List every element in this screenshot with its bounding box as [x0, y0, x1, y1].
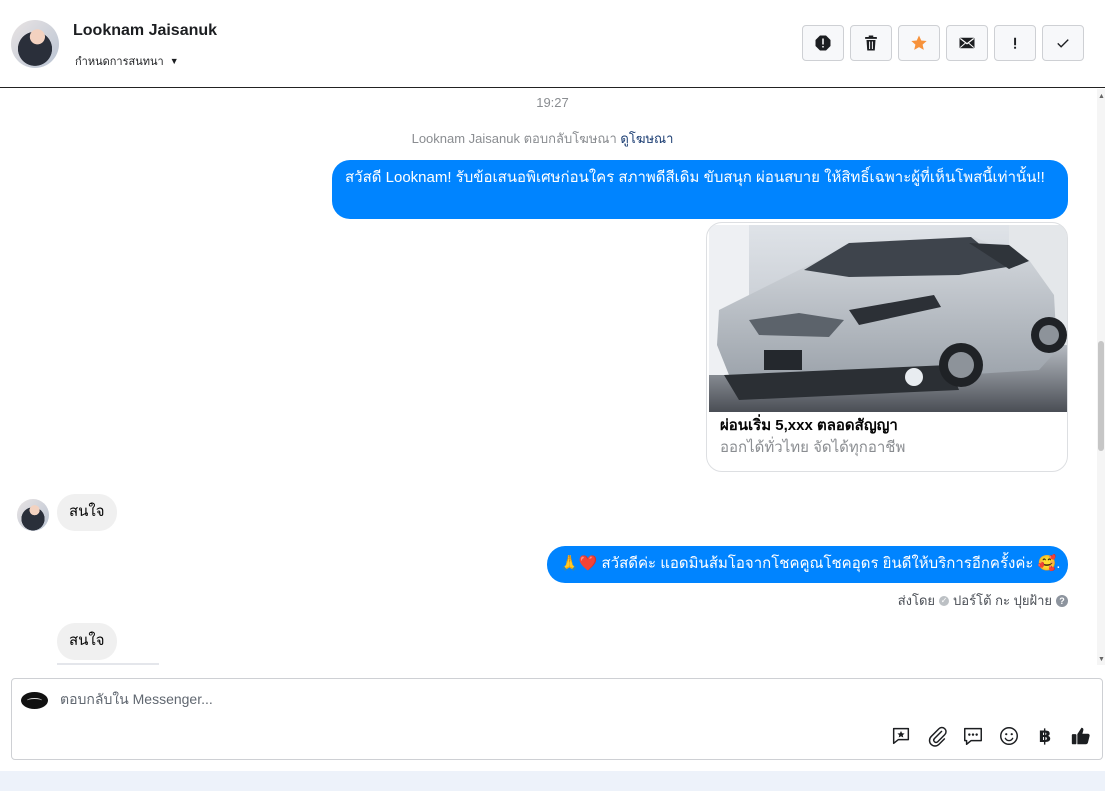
- ad-reply-text: Looknam Jaisanuk ตอบกลับโฆษณา: [411, 131, 617, 146]
- assign-label: กำหนดการสนทนา: [75, 56, 164, 68]
- ad-reply-note: Looknam Jaisanuk ตอบกลับโฆษณา ดูโฆษณา: [0, 128, 1085, 149]
- mark-unread-button[interactable]: [946, 25, 988, 61]
- incoming-message: สนใจ: [57, 494, 117, 531]
- like-button[interactable]: [1070, 725, 1092, 747]
- follow-up-button[interactable]: [994, 25, 1036, 61]
- scrollbar-thumb[interactable]: [1098, 341, 1104, 451]
- outgoing-message: สวัสดี Looknam! รับข้อเสนอพิเศษก่อนใคร ส…: [332, 160, 1068, 219]
- mark-spam-button[interactable]: [802, 25, 844, 61]
- sent-by-agent: ปอร์โต้ กะ ปุยฝ้าย: [953, 593, 1052, 608]
- sent-by-info: ส่งโดย ✓ ปอร์โต้ กะ ปุยฝ้าย ?: [898, 590, 1068, 611]
- message-composer: ฿: [11, 678, 1103, 760]
- saved-reply-button[interactable]: [890, 725, 912, 747]
- trash-icon: [865, 35, 877, 51]
- message-divider: [57, 663, 159, 665]
- like-icon: [1071, 727, 1090, 745]
- check-icon: [1057, 39, 1069, 48]
- incoming-message: สนใจ: [57, 623, 117, 660]
- header-actions: [802, 25, 1084, 61]
- ad-card-title: ผ่อนเริ่ม 5,xxx ตลอดสัญญา: [720, 417, 898, 434]
- contact-avatar[interactable]: [11, 20, 59, 68]
- reply-input[interactable]: [60, 691, 860, 707]
- outgoing-message: 🙏❤️ สวัสดีค่ะ แอดมินส้มโอจากโชคคูณโชคอุด…: [547, 546, 1068, 583]
- verified-icon: ✓: [939, 595, 950, 606]
- payment-button[interactable]: ฿: [1034, 725, 1056, 747]
- mark-done-button[interactable]: [1042, 25, 1084, 61]
- attachment-icon: [928, 726, 947, 747]
- help-icon[interactable]: ?: [1056, 594, 1068, 607]
- scroll-up-icon[interactable]: ▲: [1098, 93, 1105, 100]
- exclamation-icon: [1014, 37, 1017, 49]
- conversation-thread: 19:27 Looknam Jaisanuk ตอบกลับโฆษณา ดูโฆ…: [0, 89, 1097, 665]
- saved-reply-icon: [892, 727, 910, 745]
- ad-card-subtitle: ออกได้ทั่วไทย จัดได้ทุกอาชีพ: [720, 439, 906, 456]
- star-icon: [911, 35, 927, 50]
- composer-toolbar: ฿: [890, 725, 1092, 747]
- page-footer-band: [0, 771, 1105, 791]
- quick-replies-button[interactable]: [962, 725, 984, 747]
- baht-icon: ฿: [1038, 725, 1052, 746]
- chat-bubbles-icon: [964, 727, 982, 745]
- mail-icon: [959, 37, 975, 49]
- scroll-down-icon[interactable]: ▼: [1098, 656, 1105, 663]
- car-image: [709, 225, 1067, 412]
- page-logo: [21, 692, 48, 709]
- emoji-icon: [1000, 727, 1018, 745]
- spam-icon: [815, 35, 831, 51]
- message-timestamp: 19:27: [536, 95, 569, 110]
- contact-name[interactable]: Looknam Jaisanuk: [73, 22, 217, 40]
- caret-down-icon: ▼: [169, 56, 179, 66]
- star-button[interactable]: [898, 25, 940, 61]
- delete-button[interactable]: [850, 25, 892, 61]
- view-ad-link[interactable]: ดูโฆษณา: [620, 131, 673, 146]
- attach-button[interactable]: [926, 725, 948, 747]
- conversation-header: Looknam Jaisanuk กำหนดการสนทนา ▼: [0, 0, 1105, 88]
- assign-conversation-dropdown[interactable]: กำหนดการสนทนา ▼: [75, 52, 179, 70]
- sent-by-prefix: ส่งโดย: [897, 593, 936, 608]
- conversation-scrollbar[interactable]: ▲ ▼: [1097, 89, 1105, 665]
- contact-avatar-small: [17, 499, 49, 531]
- ad-card[interactable]: ผ่อนเริ่ม 5,xxx ตลอดสัญญา ออกได้ทั่วไทย …: [706, 222, 1068, 472]
- emoji-button[interactable]: [998, 725, 1020, 747]
